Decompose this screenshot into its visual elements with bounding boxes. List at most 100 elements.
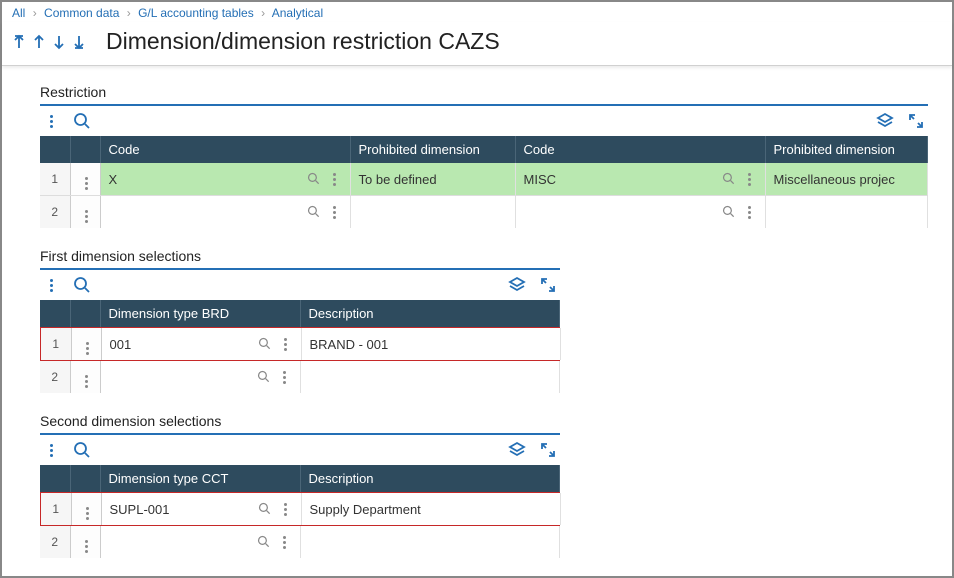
breadcrumb: All › Common data › G/L accounting table…	[2, 2, 952, 22]
cell-prohib2[interactable]	[765, 196, 928, 229]
header-dim[interactable]: Dimension type CCT	[100, 465, 300, 492]
cell-menu-icon[interactable]	[278, 503, 293, 516]
header-code2[interactable]: Code	[515, 136, 765, 163]
first-record-icon[interactable]	[12, 34, 26, 50]
second-dim-toolbar	[40, 433, 560, 465]
expand-icon[interactable]	[540, 277, 556, 293]
header-prohib1[interactable]: Prohibited dimension	[350, 136, 515, 163]
layers-icon[interactable]	[508, 441, 526, 459]
cell-prohib1[interactable]	[350, 196, 515, 229]
cell-value: X	[109, 172, 118, 187]
header-actions	[70, 300, 100, 327]
row-menu-icon[interactable]	[79, 210, 94, 223]
lookup-icon[interactable]	[257, 370, 271, 384]
row-number: 2	[40, 196, 70, 229]
last-record-icon[interactable]	[72, 34, 86, 50]
cell-code1[interactable]	[100, 196, 350, 229]
layers-icon[interactable]	[508, 276, 526, 294]
row-actions[interactable]	[70, 526, 100, 558]
row-actions[interactable]	[71, 493, 101, 525]
grid-menu-icon[interactable]	[44, 279, 59, 292]
breadcrumb-analytical[interactable]: Analytical	[272, 6, 323, 20]
second-dim-grid: Dimension type CCT Description	[40, 465, 560, 492]
cell-menu-icon[interactable]	[327, 206, 342, 219]
cell-dim[interactable]	[100, 526, 300, 558]
record-nav	[12, 34, 86, 50]
row-menu-icon[interactable]	[80, 507, 95, 520]
table-row[interactable]: 1 SUPL-001 Supply Department	[41, 493, 561, 525]
table-row[interactable]: 2	[40, 361, 560, 393]
cell-value: MISC	[524, 172, 557, 187]
cell-desc[interactable]	[300, 526, 560, 558]
grid-menu-icon[interactable]	[44, 444, 59, 457]
cell-menu-icon[interactable]	[742, 173, 757, 186]
breadcrumb-gl-tables[interactable]: G/L accounting tables	[138, 6, 254, 20]
cell-prohib1[interactable]: To be defined	[350, 163, 515, 196]
header-desc[interactable]: Description	[300, 465, 560, 492]
grid-menu-icon[interactable]	[44, 115, 59, 128]
table-row[interactable]: 2	[40, 526, 560, 558]
cell-menu-icon[interactable]	[277, 371, 292, 384]
cell-prohib2[interactable]: Miscellaneous projec	[765, 163, 928, 196]
row-actions[interactable]	[71, 328, 101, 360]
highlighted-row-wrap: 1 001 BRAND - 001	[40, 327, 560, 361]
cell-dim[interactable]: SUPL-001	[101, 493, 301, 525]
row-actions[interactable]	[70, 361, 100, 393]
cell-menu-icon[interactable]	[327, 173, 342, 186]
row-menu-icon[interactable]	[79, 375, 94, 388]
header-actions	[70, 136, 100, 163]
expand-icon[interactable]	[540, 442, 556, 458]
highlighted-row-wrap: 1 SUPL-001 Supply Department	[40, 492, 560, 526]
breadcrumb-common-data[interactable]: Common data	[44, 6, 119, 20]
row-actions[interactable]	[70, 196, 100, 229]
header-desc[interactable]: Description	[300, 300, 560, 327]
section-title-first-dim: First dimension selections	[40, 248, 928, 264]
table-row[interactable]: 1 X To be defined MISC Miscellaneous pro…	[40, 163, 928, 196]
row-number: 2	[40, 361, 70, 393]
restriction-toolbar	[40, 104, 928, 136]
prev-record-icon[interactable]	[32, 34, 46, 50]
lookup-icon[interactable]	[307, 172, 321, 186]
cell-dim[interactable]	[100, 361, 300, 393]
cell-menu-icon[interactable]	[742, 206, 757, 219]
breadcrumb-all[interactable]: All	[12, 6, 25, 20]
row-menu-icon[interactable]	[79, 177, 94, 190]
cell-dim[interactable]: 001	[101, 328, 301, 360]
cell-desc[interactable]: BRAND - 001	[301, 328, 561, 360]
cell-desc[interactable]: Supply Department	[301, 493, 561, 525]
row-menu-icon[interactable]	[79, 540, 94, 553]
lookup-icon[interactable]	[307, 205, 321, 219]
row-actions[interactable]	[70, 163, 100, 196]
lookup-icon[interactable]	[722, 172, 736, 186]
search-icon[interactable]	[73, 276, 91, 294]
cell-code2[interactable]	[515, 196, 765, 229]
expand-icon[interactable]	[908, 113, 924, 129]
lookup-icon[interactable]	[722, 205, 736, 219]
restriction-grid: Code Prohibited dimension Code Prohibite…	[40, 136, 928, 228]
cell-desc[interactable]	[300, 361, 560, 393]
cell-code1[interactable]: X	[100, 163, 350, 196]
lookup-icon[interactable]	[257, 535, 271, 549]
table-row[interactable]: 1 001 BRAND - 001	[41, 328, 561, 360]
cell-menu-icon[interactable]	[278, 338, 293, 351]
search-icon[interactable]	[73, 112, 91, 130]
lookup-icon[interactable]	[258, 337, 272, 351]
chevron-right-icon: ›	[127, 6, 131, 20]
cell-value: 001	[110, 337, 132, 352]
first-dim-grid: Dimension type BRD Description	[40, 300, 560, 327]
cell-code2[interactable]: MISC	[515, 163, 765, 196]
lookup-icon[interactable]	[258, 502, 272, 516]
header-dim[interactable]: Dimension type BRD	[100, 300, 300, 327]
row-number: 2	[40, 526, 70, 558]
search-icon[interactable]	[73, 441, 91, 459]
row-number: 1	[41, 493, 71, 525]
row-number: 1	[41, 328, 71, 360]
layers-icon[interactable]	[876, 112, 894, 130]
header-prohib2[interactable]: Prohibited dimension	[765, 136, 928, 163]
header-rownum	[40, 465, 70, 492]
row-menu-icon[interactable]	[80, 342, 95, 355]
next-record-icon[interactable]	[52, 34, 66, 50]
cell-menu-icon[interactable]	[277, 536, 292, 549]
table-row[interactable]: 2	[40, 196, 928, 229]
header-code1[interactable]: Code	[100, 136, 350, 163]
